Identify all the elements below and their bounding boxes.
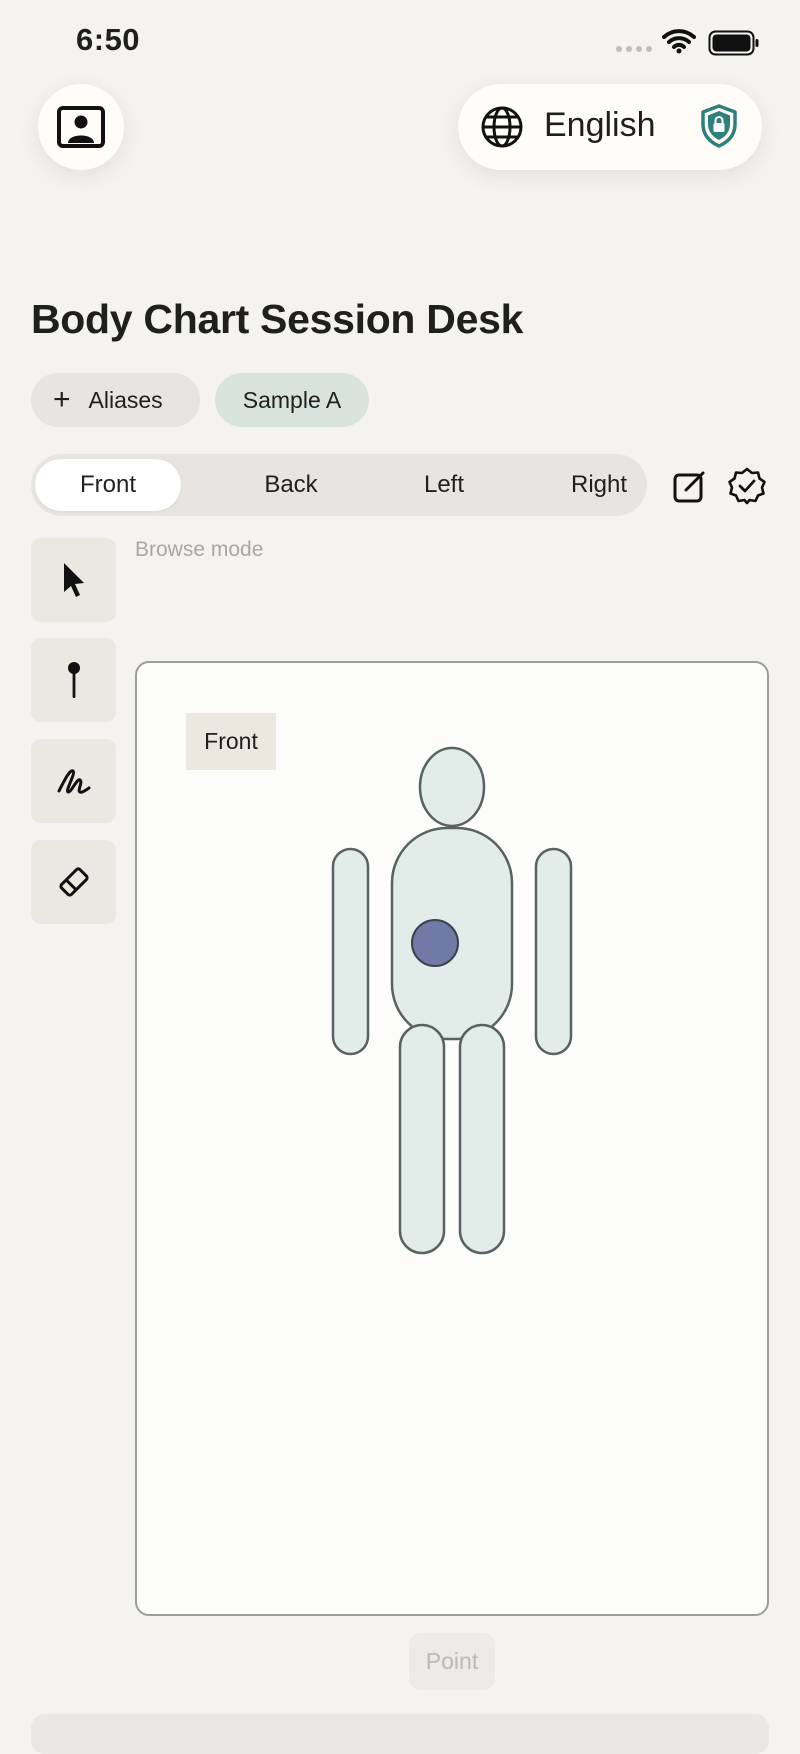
pin-tool-button[interactable] bbox=[31, 638, 116, 722]
plus-icon: + bbox=[53, 383, 71, 416]
wifi-icon bbox=[662, 29, 696, 54]
pointer-arrow-icon bbox=[63, 563, 84, 597]
select-tool-button[interactable] bbox=[31, 538, 116, 622]
tab-front[interactable]: Front bbox=[35, 459, 181, 511]
eraser-tool-button[interactable] bbox=[31, 840, 116, 924]
figure-right-leg bbox=[458, 1023, 506, 1255]
canvas-view-label: Front bbox=[186, 713, 276, 770]
portrait-frame-icon bbox=[57, 106, 105, 148]
pin-icon bbox=[67, 662, 80, 698]
figure-head bbox=[418, 746, 486, 828]
tab-right[interactable]: Right bbox=[526, 459, 672, 511]
bottom-panel bbox=[31, 1714, 769, 1754]
figure-left-arm bbox=[331, 847, 370, 1056]
eraser-icon bbox=[58, 867, 89, 897]
globe-icon bbox=[481, 106, 523, 148]
page-title: Body Chart Session Desk bbox=[31, 296, 524, 342]
profile-button[interactable] bbox=[38, 84, 124, 170]
check-badge-icon[interactable] bbox=[727, 466, 767, 506]
tab-left[interactable]: Left bbox=[371, 459, 517, 511]
lock-shield-icon[interactable] bbox=[700, 104, 738, 148]
body-figure[interactable] bbox=[330, 745, 575, 1257]
cellular-signal-icon bbox=[616, 46, 652, 52]
aliases-label: Aliases bbox=[88, 386, 163, 413]
figure-left-leg bbox=[398, 1023, 446, 1255]
sample-chip[interactable]: Sample A bbox=[215, 373, 369, 427]
mode-indicator: Browse mode bbox=[135, 538, 264, 561]
figure-right-arm bbox=[534, 847, 573, 1056]
view-segmented-control: Front Back Left Right bbox=[31, 454, 647, 516]
add-alias-chip[interactable]: + Aliases bbox=[31, 373, 200, 427]
point-button[interactable]: Point bbox=[409, 1633, 495, 1690]
edit-square-icon[interactable] bbox=[672, 468, 708, 504]
symptom-marker[interactable] bbox=[411, 919, 459, 967]
battery-icon bbox=[708, 30, 759, 56]
tab-back[interactable]: Back bbox=[218, 459, 364, 511]
status-time: 6:50 bbox=[76, 22, 141, 57]
draw-tool-button[interactable] bbox=[31, 739, 116, 823]
scribble-icon bbox=[57, 769, 90, 794]
language-label[interactable]: English bbox=[544, 106, 656, 145]
